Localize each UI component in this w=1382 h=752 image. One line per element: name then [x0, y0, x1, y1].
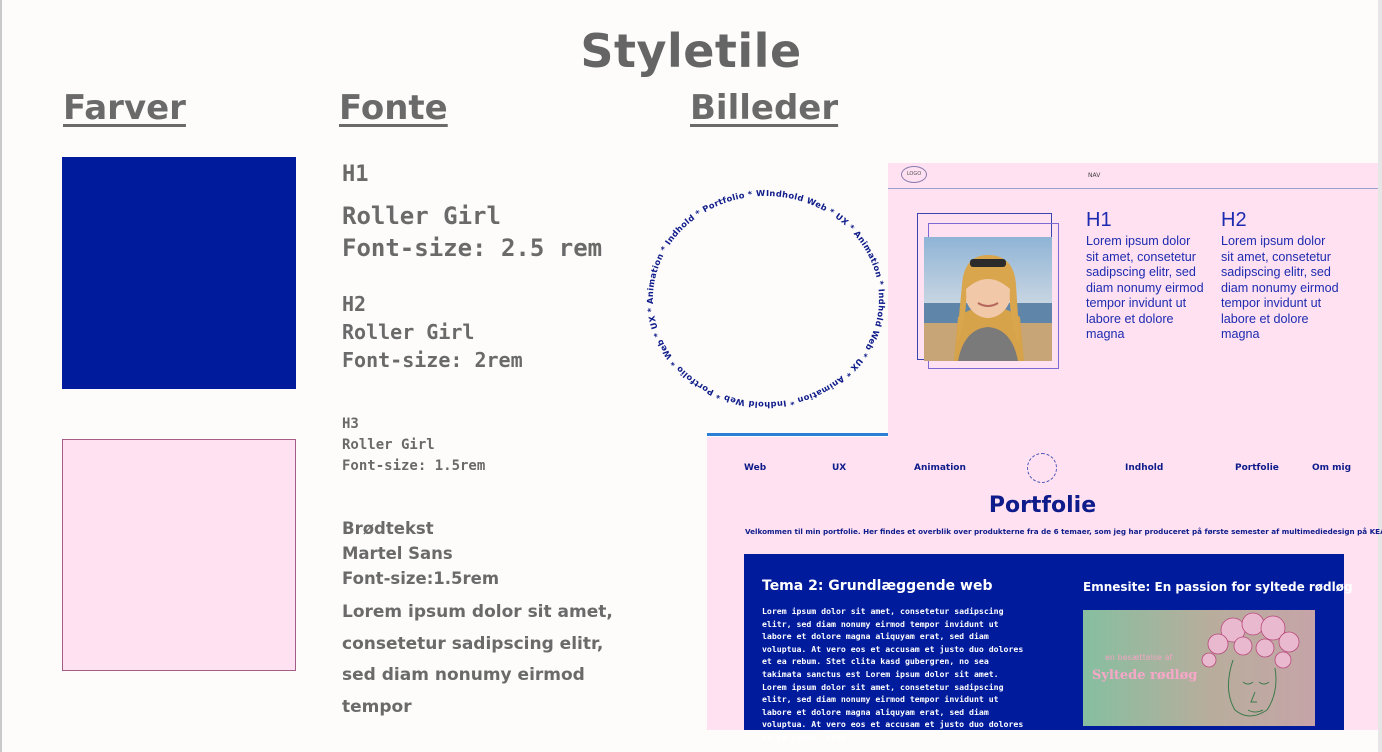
nav-indhold[interactable]: Indhold: [1125, 463, 1163, 473]
nav-ux[interactable]: UX: [832, 463, 846, 473]
mini-circle-logo[interactable]: [1027, 453, 1057, 483]
mockup-navbar: LOGO NAV: [888, 163, 1378, 189]
topic-image-subtitle: en besættelse af: [1105, 653, 1173, 662]
mockup-portfolio: Web UX Animation Indhold Portfolie Om mi…: [707, 433, 1382, 742]
left-edge: [0, 0, 2, 752]
mockup-h2-text: Lorem ipsum dolor sit amet, consetetur s…: [1221, 234, 1339, 341]
circle-text: Indhold Web * UX * Animation * Indhold W…: [636, 174, 887, 410]
font-h3-size: Font-size: 1.5rem: [342, 458, 486, 474]
portfolio-intro: Velkommen til min portfolie. Her findes …: [745, 527, 1382, 536]
font-spec-h1: H1 Roller Girl Font-size: 2.5 rem: [342, 160, 602, 264]
portfolio-title: Portfolie: [988, 493, 1097, 518]
font-body-size: Font-size:1.5rem: [342, 569, 500, 588]
nav-web[interactable]: Web: [744, 463, 766, 473]
heading-colors: Farver: [63, 88, 186, 128]
topic-image-title: Syltede rødløg: [1092, 668, 1198, 683]
color-swatch-secondary: [62, 439, 296, 671]
card-theme-title[interactable]: Tema 2: Grundlæggende web: [762, 578, 992, 594]
font-h1-family: Roller Girl: [342, 201, 501, 230]
mockup-column-h2: H2 Lorem ipsum dolor sit amet, consetetu…: [1221, 209, 1341, 343]
card-topic-title[interactable]: Emnesite: En passion for syltede rødløg: [1083, 580, 1353, 594]
svg-text:Indhold Web * UX * Animation *: Indhold Web * UX * Animation * Indhold W…: [640, 182, 887, 410]
font-body-sample: Lorem ipsum dolor sit amet, consetetur s…: [342, 602, 613, 717]
nav-om-mig[interactable]: Om mig: [1312, 463, 1351, 473]
heading-images: Billeder: [690, 88, 839, 128]
font-h2-tag: H2: [342, 292, 367, 316]
nav-portfolie[interactable]: Portfolie: [1235, 463, 1279, 473]
mockup-h1: H1: [1086, 209, 1112, 231]
font-spec-h2: H2 Roller Girl Font-size: 2rem: [342, 290, 523, 374]
nav-animation[interactable]: Animation: [914, 463, 966, 473]
circle-text-logo: Indhold Web * UX * Animation * Indhold W…: [636, 174, 892, 418]
font-spec-body: Brødtekst Martel Sans Font-size:1.5rem: [342, 516, 499, 591]
font-spec-h3: H3 Roller Girl Font-size: 1.5rem: [342, 414, 485, 477]
heading-fonts: Fonte: [339, 88, 448, 128]
font-h1-tag: H1: [342, 162, 369, 187]
portrait-photo: [924, 237, 1052, 361]
font-h2-family: Roller Girl: [342, 320, 475, 344]
portfolio-panel: Tema 2: Grundlæggende web Lorem ipsum do…: [744, 554, 1353, 742]
color-swatch-primary: [62, 157, 296, 389]
mockup-h1-text: Lorem ipsum dolor sit amet, consetetur s…: [1086, 234, 1204, 341]
font-h3-family: Roller Girl: [342, 437, 435, 453]
mockup-column-h1: H1 Lorem ipsum dolor sit amet, consetetu…: [1086, 209, 1206, 343]
mockup-logo: LOGO: [901, 166, 927, 183]
right-edge: [1378, 0, 1382, 752]
font-h1-size: Font-size: 2.5 rem: [342, 234, 603, 263]
card-theme-text: Lorem ipsum dolor sit amet, consetetur s…: [762, 606, 1024, 742]
font-body-tag: Brødtekst: [342, 519, 434, 538]
mockup-divider: [707, 433, 888, 436]
circle-text-svg: Indhold Web * UX * Animation * Indhold W…: [636, 174, 887, 410]
mockup-h2: H2: [1221, 209, 1247, 231]
font-body-family: Martel Sans: [342, 544, 453, 563]
font-h3-tag: H3: [342, 416, 359, 432]
topic-image[interactable]: en besættelse af Syltede rødløg: [1083, 610, 1315, 726]
font-h2-size: Font-size: 2rem: [342, 348, 523, 372]
mockup-nav-label: NAV: [1088, 172, 1101, 179]
mockup-profile: LOGO NAV H1 Lorem ipsum dolor sit amet, …: [888, 163, 1378, 437]
page-title: Styletile: [580, 24, 802, 78]
